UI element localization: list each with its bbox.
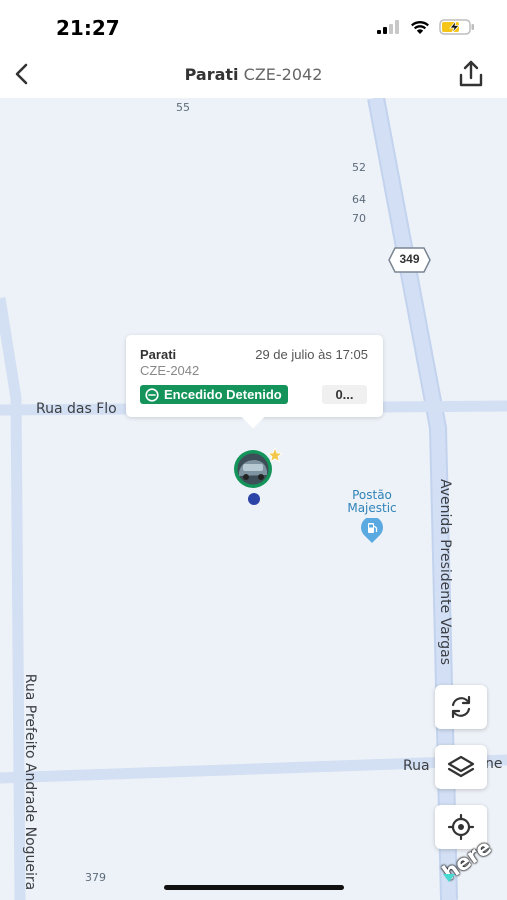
street-label-bottom-left: Rua [403,758,430,774]
street-label-prefeito: Rua Prefeito Andrade Nogueira [22,673,39,891]
speed-badge: 0... [322,385,367,404]
refresh-button[interactable] [435,685,487,729]
route-shield: 349 [387,246,432,274]
battery-charging-icon [439,19,474,35]
poi-name-line2: Majestic [347,501,397,515]
popup-date: 29 de julio às 17:05 [255,347,368,362]
status-icons [377,19,475,35]
status-time: 21:27 [56,16,120,40]
page-title-name: Parati [184,65,239,84]
here-logo-mark [443,874,455,882]
layers-button[interactable] [435,745,487,789]
fuel-station-icon [361,516,383,543]
status-bar: 21:27 [0,0,507,56]
location-dot [248,493,260,505]
nav-bar: Parati CZE-2042 [0,50,507,98]
popup-vehicle-name: Parati [140,347,177,362]
wifi-icon [411,20,429,34]
refresh-icon [451,695,471,719]
map-number-label: 64 [352,193,366,206]
map-number-label: 70 [352,212,366,225]
vehicle-marker[interactable] [228,447,283,491]
map-view[interactable]: 55 52 64 70 379 349 Rua das Flo Avenida … [0,98,507,900]
route-shield-number: 349 [399,252,420,266]
map-number-label: 52 [352,161,366,174]
home-indicator[interactable] [164,885,344,890]
layers-icon [447,755,475,778]
share-icon[interactable] [455,58,487,90]
status-badge: Encedido Detenido [140,385,288,404]
map-number-label: 55 [176,101,190,114]
vehicle-info-popup[interactable]: Parati 29 de julio às 17:05 CZE-2042 Enc… [126,335,383,417]
street-label-bottom-right: ne [485,756,503,772]
street-label-vargas: Avenida Presidente Vargas [437,478,454,666]
map-number-label: 379 [85,871,106,884]
star-icon[interactable] [267,447,283,463]
status-badge-label: Encedido Detenido [164,387,282,402]
stop-circle-icon [145,387,159,402]
page-title: Parati CZE-2042 [0,65,507,84]
page-title-plate: CZE-2042 [243,65,323,84]
street-label-flores: Rua das Flo [36,401,117,417]
cellular-signal-icon [377,20,399,34]
poi-postao-majestic[interactable]: Postão Majestic [338,489,406,547]
locate-icon [447,813,475,841]
popup-plate: CZE-2042 [140,363,200,378]
